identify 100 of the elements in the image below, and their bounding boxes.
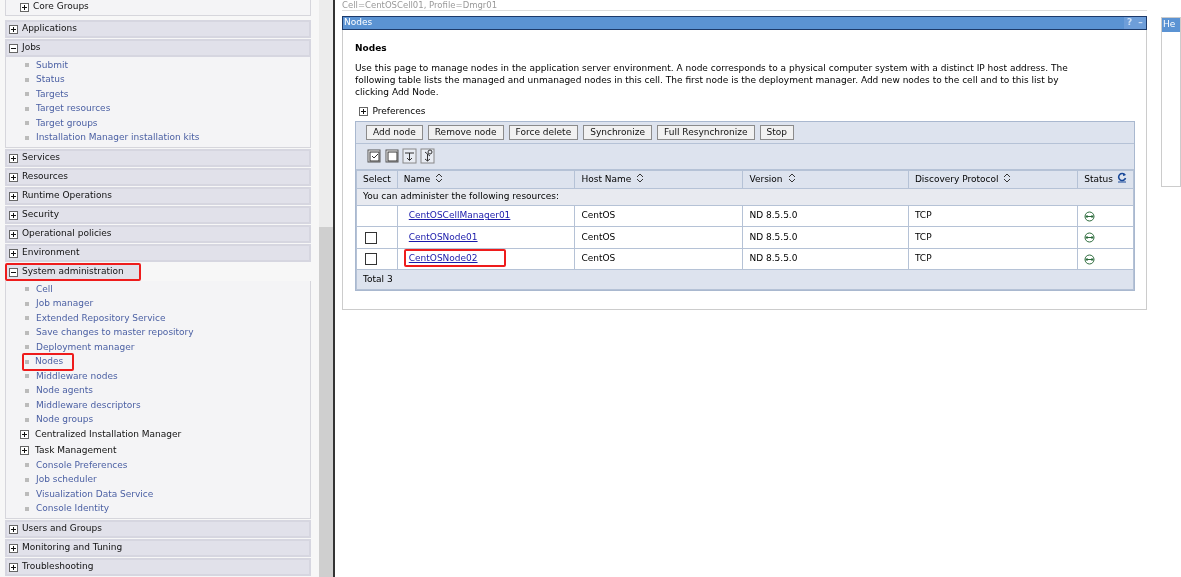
bullet-icon <box>25 301 29 306</box>
bullet-icon <box>25 316 29 321</box>
table-cell: CentOS <box>581 231 616 242</box>
nav-section-header[interactable]: Operational policies <box>5 225 312 243</box>
nav-section-header[interactable]: System administration <box>5 263 141 281</box>
bullet-icon <box>25 330 29 335</box>
collapse-icon[interactable] <box>9 43 18 53</box>
column-header[interactable]: Host Name <box>581 173 632 184</box>
nav-link[interactable]: Nodes <box>22 353 75 371</box>
nav-section-header[interactable]: Security <box>5 206 312 224</box>
table-cell: CentOS <box>581 253 616 264</box>
expand-icon[interactable] <box>359 107 368 116</box>
select-all-icon[interactable] <box>366 147 381 164</box>
status-icon <box>1084 210 1096 222</box>
deselect-all-icon[interactable] <box>384 147 399 164</box>
nav-section-header[interactable]: Users and Groups <box>5 520 312 538</box>
status-icon <box>1084 253 1096 265</box>
column-header[interactable]: Name <box>403 173 431 184</box>
nav-group-link[interactable]: Task Management <box>33 441 119 459</box>
row-checkbox[interactable] <box>365 253 377 265</box>
sort-icon[interactable] <box>787 172 796 183</box>
table-cell: ND 8.5.5.0 <box>749 253 798 264</box>
bullet-icon <box>25 506 29 511</box>
expand-icon[interactable] <box>9 229 18 239</box>
nav-section-header[interactable]: Services <box>5 149 312 167</box>
bullet-icon <box>25 121 29 126</box>
row-checkbox[interactable] <box>365 231 377 244</box>
sort-icon[interactable] <box>435 172 444 183</box>
bullet-icon <box>25 92 29 97</box>
expand-icon[interactable] <box>9 562 18 572</box>
nav-section-header[interactable]: Jobs <box>5 39 312 57</box>
column-header: Select <box>363 173 391 184</box>
table-cell: TCP <box>914 253 932 264</box>
status-icon <box>1084 232 1096 243</box>
bullet-icon <box>25 135 29 140</box>
collapse-icon[interactable] <box>9 267 18 277</box>
table-cell: CentOS <box>581 210 616 221</box>
bullet-icon <box>25 345 29 350</box>
nav-group-link[interactable]: Core Groups <box>33 0 89 14</box>
expand-icon[interactable] <box>9 172 18 182</box>
toolbar-button[interactable]: Force delete <box>508 124 579 140</box>
bullet-icon <box>25 374 29 379</box>
portlet-title: Nodes <box>344 16 373 30</box>
nav-link[interactable]: Submit <box>33 56 71 74</box>
nav-link[interactable]: Installation Manager installation kits <box>33 129 203 147</box>
bullet-icon <box>25 417 29 422</box>
scrollbar-thumb[interactable] <box>319 227 334 577</box>
expand-icon[interactable] <box>9 210 18 220</box>
bullet-icon <box>25 63 29 68</box>
table-caption: You can administer the following resources: <box>363 191 560 201</box>
table-cell: ND 8.5.5.0 <box>749 210 798 221</box>
nav-link[interactable]: Console Identity <box>33 500 113 518</box>
toolbar-button[interactable]: Add node <box>366 124 423 140</box>
breadcrumb: Cell=CentOSCell01, Profile=Dmgr01 <box>342 0 1147 11</box>
column-header[interactable]: Version <box>749 173 783 184</box>
toolbar-button[interactable]: Synchronize <box>583 124 653 140</box>
page-heading: Nodes <box>355 42 388 55</box>
table-cell: ND 8.5.5.0 <box>749 231 798 242</box>
page-description: Use this page to manage nodes in the application server environment. A node corresponds to a physical computer system with a distinct IP host address. The following table lists the managed and unmanaged nodes in this cell. The first node is the deployment manager. Add new nodes to the cell and to this list by clicking Add Node. <box>355 61 1069 98</box>
bullet-icon <box>25 106 29 111</box>
bullet-icon <box>25 77 29 82</box>
toolbar-button[interactable]: Remove node <box>427 124 504 140</box>
total-count: Total 3 <box>363 274 393 284</box>
nav-link[interactable]: Node groups <box>33 411 97 429</box>
expand-icon[interactable] <box>9 248 18 258</box>
bullet-icon <box>25 359 29 364</box>
nav-link[interactable]: Console Preferences <box>33 456 131 474</box>
filter-icon[interactable] <box>402 147 417 164</box>
nav-section-header[interactable]: Troubleshooting <box>5 558 312 576</box>
expand-icon[interactable] <box>9 524 18 534</box>
expand-icon[interactable] <box>9 153 18 163</box>
nav-section-header[interactable]: Applications <box>5 20 312 38</box>
toolbar-button[interactable]: Stop <box>759 124 794 140</box>
sort-icon[interactable] <box>636 172 645 183</box>
nav-section-header[interactable]: Runtime Operations <box>5 187 312 205</box>
nav-section-header[interactable]: Monitoring and Tuning <box>5 539 312 557</box>
node-link[interactable]: CentOSNode02 <box>403 249 506 268</box>
expand-icon[interactable] <box>9 543 18 553</box>
nav-section-header[interactable]: Resources <box>5 168 312 186</box>
bullet-icon <box>25 477 29 482</box>
table-cell: TCP <box>914 231 932 242</box>
help-panel-title: He <box>1162 18 1180 32</box>
bullet-icon <box>25 388 29 393</box>
expand-icon[interactable] <box>9 24 18 34</box>
sort-icon[interactable] <box>1003 172 1012 183</box>
preferences-toggle[interactable]: Preferences <box>372 104 426 119</box>
bullet-icon <box>25 287 29 292</box>
expand-icon[interactable] <box>9 191 18 201</box>
clear-filter-icon[interactable] <box>420 147 435 164</box>
nav-section-header[interactable]: Environment <box>5 244 312 262</box>
bullet-icon <box>25 403 29 408</box>
expand-icon[interactable] <box>20 2 29 12</box>
expand-icon[interactable] <box>20 445 29 455</box>
expand-icon[interactable] <box>20 430 29 440</box>
toolbar-button[interactable]: Full Resynchronize <box>657 124 755 140</box>
nav-group-link[interactable]: Centralized Installation Manager <box>33 426 184 444</box>
bullet-icon <box>25 463 29 468</box>
nav-link[interactable]: Cell <box>33 280 56 298</box>
refresh-icon[interactable] <box>1116 172 1127 183</box>
table-cell: TCP <box>914 210 932 221</box>
